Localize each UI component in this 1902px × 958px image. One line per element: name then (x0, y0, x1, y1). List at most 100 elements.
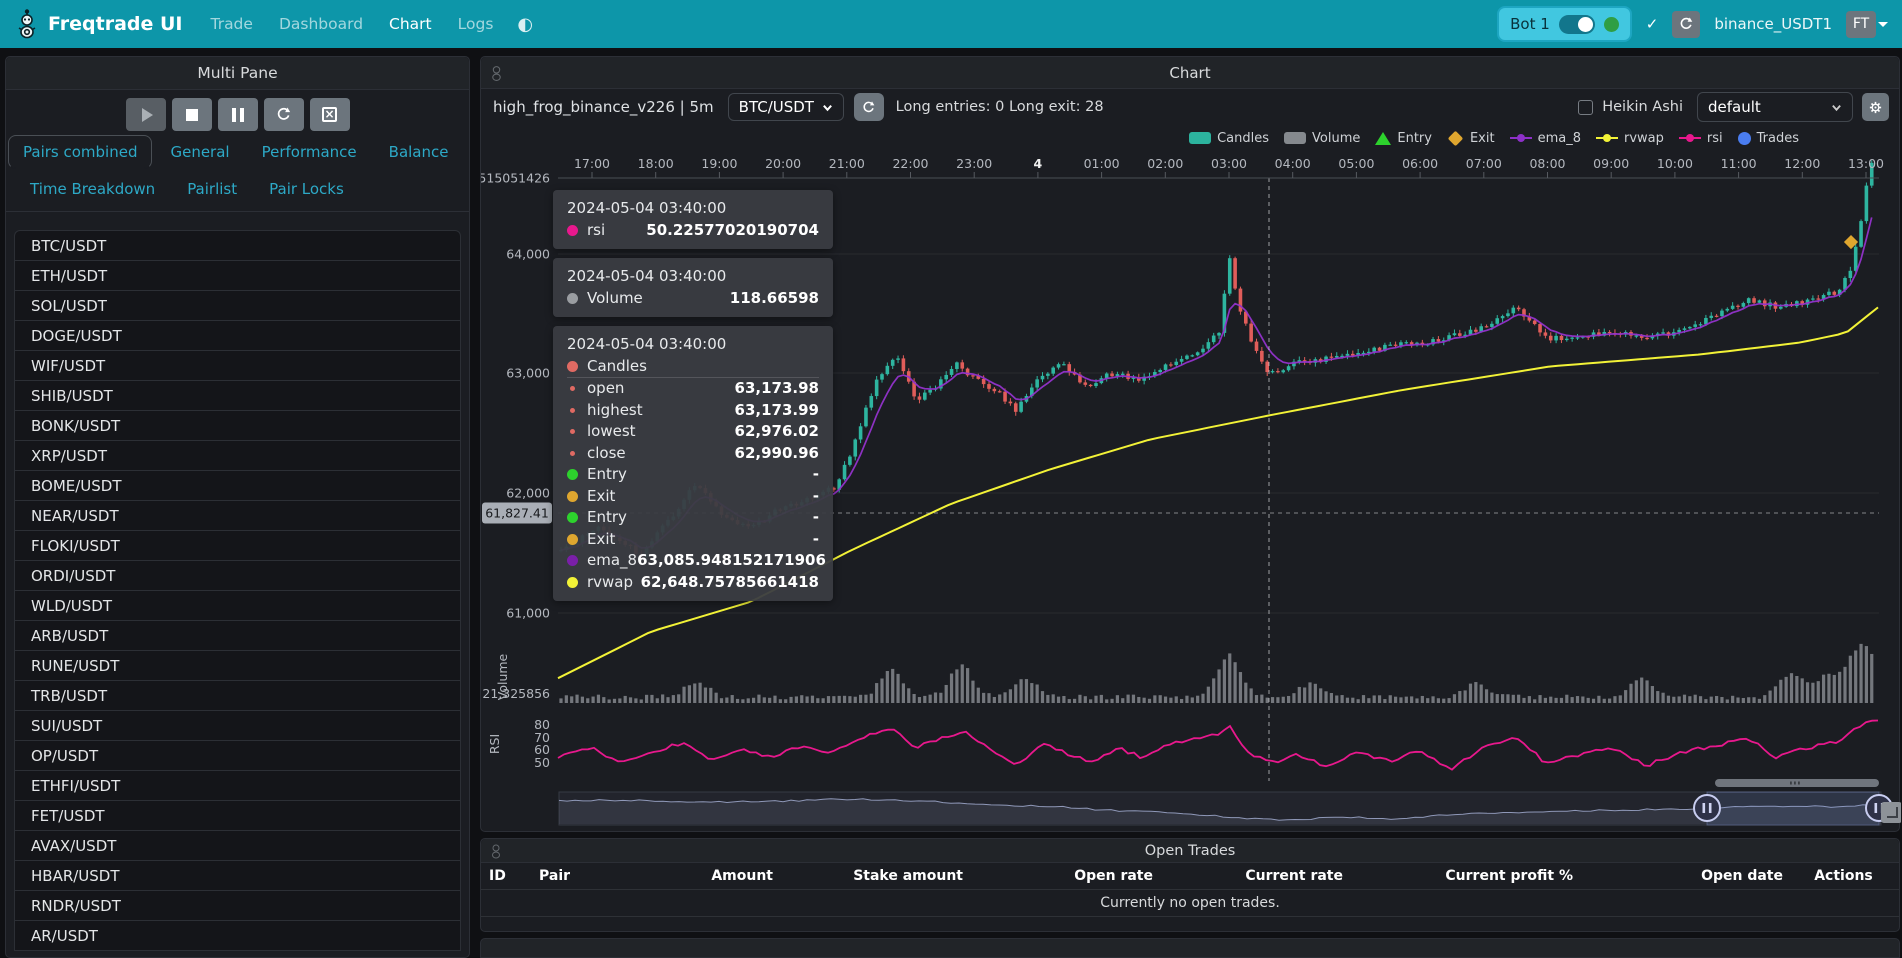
tooltip-label: Volume (587, 288, 643, 310)
x-axis-label: 22:00 (892, 156, 928, 171)
refresh-button[interactable] (264, 98, 304, 131)
nav-link-logs[interactable]: Logs (458, 15, 494, 33)
rvwap-dot-icon (567, 577, 578, 588)
pair-row-ordi[interactable]: ORDI/USDT (14, 560, 461, 591)
pair-row-doge[interactable]: DOGE/USDT (14, 320, 461, 351)
tooltip-label: Entry (587, 507, 627, 529)
pair-row-btc[interactable]: BTC/USDT (14, 230, 461, 261)
chart-title: Chart (1169, 64, 1210, 82)
pair-row-avax[interactable]: AVAX/USDT (14, 830, 461, 861)
tab-time-breakdown[interactable]: Time Breakdown (16, 173, 169, 205)
bot-selector[interactable]: Bot 1 (1497, 6, 1632, 42)
nav-link-chart[interactable]: Chart (389, 15, 432, 33)
pause-button[interactable] (218, 98, 258, 131)
x-axis-label: 04:00 (1275, 156, 1311, 171)
tooltip-section-1: 2024-05-04 03:40:00Volume 118.66598 (553, 258, 833, 317)
tooltip-value: 118.66598 (730, 288, 819, 310)
app-title: Freqtrade UI (48, 13, 183, 35)
pair-row-sol[interactable]: SOL/USDT (14, 290, 461, 321)
nav-link-dashboard[interactable]: Dashboard (279, 15, 363, 33)
multi-pane-panel: Multi Pane × Pairs combinedGeneralPerfor… (5, 56, 470, 958)
pair-row-hbar[interactable]: HBAR/USDT (14, 860, 461, 891)
pair-row-shib[interactable]: SHIB/USDT (14, 380, 461, 411)
pair-row-wld[interactable]: WLD/USDT (14, 590, 461, 621)
legend-item-rsi[interactable]: rsi (1679, 131, 1723, 146)
chart-refresh-button[interactable] (854, 93, 884, 121)
ema_8-dot-icon (567, 555, 578, 566)
user-menu[interactable]: FT (1846, 11, 1888, 38)
y-axis-label: 515051426 (481, 171, 550, 186)
Volume-dot-icon (567, 293, 578, 304)
play-button[interactable] (126, 98, 166, 131)
reload-bot-button[interactable] (1672, 11, 1700, 38)
pair-row-rndr[interactable]: RNDR/USDT (14, 890, 461, 921)
tooltip-date: 2024-05-04 03:40:00 (567, 334, 819, 356)
y-axis-label: 61,000 (506, 606, 550, 621)
tab-pairlist[interactable]: Pairlist (173, 173, 251, 205)
tab-performance[interactable]: Performance (248, 136, 371, 168)
x-axis-label: 05:00 (1338, 156, 1374, 171)
rsi-dot-icon (567, 225, 578, 236)
chevron-down-icon (822, 102, 833, 113)
pair-row-eth[interactable]: ETH/USDT (14, 260, 461, 291)
nav-link-trade[interactable]: Trade (211, 15, 253, 33)
tab-pairs-combined[interactable]: Pairs combined (8, 135, 152, 169)
bot-online-dot-icon (1604, 17, 1619, 32)
pair-row-ethfi[interactable]: ETHFI/USDT (14, 770, 461, 801)
playback-controls: × (6, 98, 469, 131)
rsi-line-icon (1679, 137, 1701, 139)
pair-row-fet[interactable]: FET/USDT (14, 800, 461, 831)
tooltip-row-Candles: Candles (567, 356, 819, 379)
tooltip-row-Entry: Entry- (567, 464, 819, 486)
pair-row-wif[interactable]: WIF/USDT (14, 350, 461, 381)
x-axis-label: 11:00 (1721, 156, 1757, 171)
pair-row-ar[interactable]: AR/USDT (14, 920, 461, 951)
pair-row-sui[interactable]: SUI/USDT (14, 710, 461, 741)
heikin-ashi-checkbox[interactable] (1578, 100, 1593, 115)
legend-item-trades[interactable]: Trades (1738, 131, 1799, 146)
bot-toggle[interactable] (1559, 15, 1595, 34)
pair-row-xrp[interactable]: XRP/USDT (14, 440, 461, 471)
pair-row-op[interactable]: OP/USDT (14, 740, 461, 771)
tooltip-label: lowest (587, 421, 636, 443)
x-axis-label: 01:00 (1084, 156, 1120, 171)
tooltip-date: 2024-05-04 03:40:00 (567, 266, 819, 288)
legend-item-ema_8[interactable]: ema_8 (1510, 131, 1581, 146)
navbar-right: Bot 1 ✓ binance_USDT1 FT (1497, 6, 1888, 42)
clear-chart-button[interactable]: × (310, 98, 350, 131)
exit-diamond-icon (1448, 130, 1464, 146)
navigator-handle-left (1694, 795, 1720, 821)
Entry-dot-icon (567, 512, 578, 523)
x-axis-label: 13:00 (1848, 156, 1884, 171)
plot-config-select[interactable]: default (1697, 92, 1853, 122)
ema_8-line-icon (1510, 137, 1532, 139)
stop-button[interactable] (172, 98, 212, 131)
pair-row-floki[interactable]: FLOKI/USDT (14, 530, 461, 561)
tooltip-value: - (813, 464, 819, 486)
tab-pair-locks[interactable]: Pair Locks (255, 173, 358, 205)
pair-row-rune[interactable]: RUNE/USDT (14, 650, 461, 681)
tab-general[interactable]: General (156, 136, 243, 168)
pair-row-bome[interactable]: BOME/USDT (14, 470, 461, 501)
column-pair: Pair (531, 868, 621, 884)
pair-row-arb[interactable]: ARB/USDT (14, 620, 461, 651)
tooltip-label: Candles (587, 356, 647, 378)
open-trades-panel: Open Trades IDPairAmountStake amountOpen… (480, 838, 1900, 932)
pair-row-trb[interactable]: TRB/USDT (14, 680, 461, 711)
tab-balance[interactable]: Balance (375, 136, 463, 168)
legend-item-rvwap[interactable]: rvwap (1596, 131, 1664, 146)
theme-toggle-icon[interactable]: ◐ (517, 14, 533, 35)
rsi-line (558, 721, 1878, 770)
legend-item-volume[interactable]: Volume (1284, 131, 1360, 146)
legend-item-entry[interactable]: Entry (1375, 131, 1432, 146)
pair-row-near[interactable]: NEAR/USDT (14, 500, 461, 531)
pair-row-bonk[interactable]: BONK/USDT (14, 410, 461, 441)
pair-select[interactable]: BTC/USDT (728, 93, 844, 121)
open-trades-empty: Currently no open trades. (481, 890, 1899, 917)
entries-info: Long entries: 0 Long exit: 28 (896, 99, 1104, 115)
legend-item-exit[interactable]: Exit (1447, 131, 1495, 146)
plot-settings-button[interactable] (1862, 93, 1889, 121)
bot-ok-check-icon: ✓ (1646, 15, 1659, 33)
column-current-rate: Current rate (1161, 868, 1351, 884)
legend-item-candles[interactable]: Candles (1189, 131, 1269, 146)
